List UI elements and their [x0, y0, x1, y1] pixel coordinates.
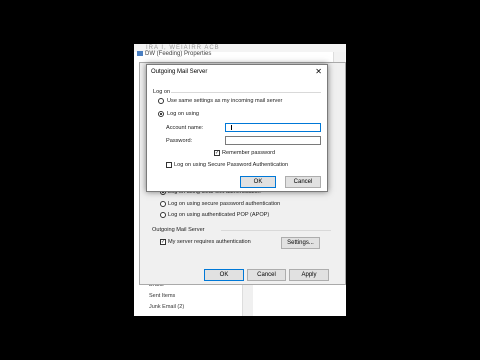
requires-auth-label: My server requires authentication	[168, 239, 251, 245]
password-label: Password:	[166, 138, 193, 144]
remember-password-label: Remember password	[222, 150, 276, 156]
radio-log-on-using-label: Log on using	[167, 111, 200, 117]
remember-password-checkbox[interactable]: ✓	[214, 150, 220, 156]
radio-log-on-using[interactable]	[158, 111, 164, 117]
outgoing-section-label: Outgoing Mail Server	[152, 227, 205, 233]
dialog-title: Outgoing Mail Server	[151, 69, 208, 75]
radio-apop-auth-label: Log on using authenticated POP (APOP)	[168, 212, 270, 218]
radio-same-settings-label: Use same settings as my incoming mail se…	[167, 98, 283, 104]
logon-group-label: Log on	[153, 89, 171, 95]
logon-group-line	[171, 92, 321, 93]
properties-ok-button[interactable]: OK	[204, 269, 244, 281]
properties-cancel-button[interactable]: Cancel	[247, 269, 286, 281]
properties-window-title: DW (Feeding) Properties	[145, 51, 212, 57]
account-name-field[interactable]	[225, 123, 321, 132]
radio-same-settings[interactable]	[158, 98, 164, 104]
requires-auth-checkbox[interactable]: ✓	[160, 239, 166, 245]
close-icon[interactable]: ✕	[315, 67, 322, 76]
outgoing-mail-server-dialog: Outgoing Mail Server ✕ Log on Use same s…	[146, 64, 328, 192]
password-field[interactable]	[225, 136, 321, 145]
properties-apply-button[interactable]: Apply	[289, 269, 329, 281]
radio-secure-password-auth[interactable]	[160, 201, 166, 207]
account-name-label: Account name:	[166, 125, 204, 131]
folder-sent-items[interactable]: Sent Items	[149, 293, 175, 299]
section-divider	[221, 230, 331, 231]
spa-checkbox[interactable]	[166, 162, 172, 168]
radio-apop-auth[interactable]	[160, 212, 166, 218]
text-caret	[231, 125, 232, 130]
folder-junk-email[interactable]: Junk Email (2)	[149, 304, 184, 310]
spa-label: Log on using Secure Password Authenticat…	[174, 162, 289, 168]
dialog-cancel-button[interactable]: Cancel	[285, 176, 321, 188]
radio-secure-password-auth-label: Log on using secure password authenticat…	[168, 201, 281, 207]
settings-button[interactable]: Settings...	[281, 237, 320, 249]
dialog-ok-button[interactable]: OK	[240, 176, 276, 188]
mail-account-icon	[137, 51, 143, 56]
